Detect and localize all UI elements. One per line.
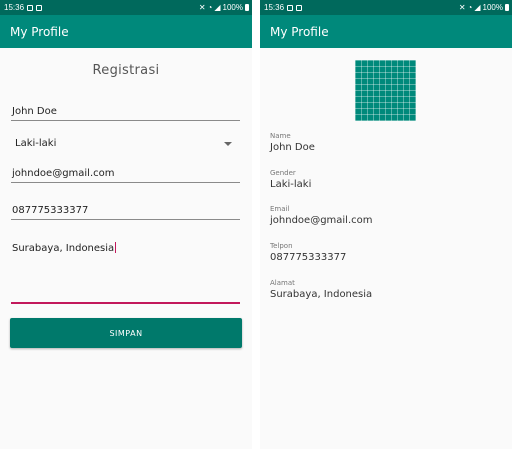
battery-percent: 100%: [222, 3, 243, 12]
app-title: My Profile: [270, 24, 329, 39]
profile-email-label: Email: [270, 205, 290, 213]
phone-field[interactable]: 087775333377: [11, 205, 240, 221]
profile-screen: 15:36 ✕ ◔ ◢ 100% My Profile Name John Do…: [260, 0, 512, 449]
profile-phone-label: Telpon: [270, 242, 293, 250]
app-bar: My Profile: [260, 15, 512, 48]
name-underline: [11, 120, 240, 121]
profile-phone: Telpon 087775333377: [270, 242, 346, 263]
profile-gender: Gender Laki-laki: [270, 169, 311, 190]
mute-icon: ✕: [458, 3, 466, 12]
gender-selected-value: Laki-laki: [15, 138, 57, 149]
image-notification-icon: [287, 4, 294, 11]
app-title: My Profile: [10, 24, 69, 39]
save-button[interactable]: SIMPAN: [10, 318, 242, 348]
sd-card-icon: [36, 4, 43, 11]
status-bar: 15:36 ✕ ◔ ◢ 100%: [260, 0, 512, 15]
profile-name: Name John Doe: [270, 132, 315, 153]
profile-address: Alamat Surabaya, Indonesia: [270, 279, 372, 300]
wifi-icon: ◔: [467, 3, 473, 12]
status-bar: 15:36 ✕ ◔ ◢ 100%: [0, 0, 252, 15]
wifi-icon: ◔: [207, 3, 213, 12]
profile-gender-label: Gender: [270, 169, 296, 177]
phone-input-value: 087775333377: [12, 205, 89, 216]
email-input-value: johndoe@gmail.com: [12, 168, 115, 179]
profile-gender-value: Laki-laki: [270, 179, 312, 190]
signal-icon: ◢: [474, 3, 481, 12]
form-title: Registrasi: [92, 63, 160, 78]
profile-name-label: Name: [270, 132, 291, 140]
dropdown-arrow-icon: [224, 142, 232, 146]
email-field[interactable]: johndoe@gmail.com: [11, 168, 240, 184]
registration-screen: 15:36 ✕ ◔ ◢ 100% My Profile Registrasi J…: [0, 0, 252, 449]
status-time: 15:36: [264, 3, 285, 12]
battery-percent: 100%: [482, 3, 503, 12]
profile-pattern-image: [355, 60, 416, 121]
app-bar: My Profile: [0, 15, 252, 48]
gender-dropdown[interactable]: Laki-laki: [11, 137, 240, 153]
profile-address-value: Surabaya, Indonesia: [270, 289, 373, 300]
battery-icon: [505, 4, 509, 11]
profile-address-label: Alamat: [270, 279, 295, 287]
profile-phone-value: 087775333377: [270, 252, 347, 263]
name-input-value: John Doe: [12, 106, 57, 117]
name-field[interactable]: John Doe: [11, 106, 240, 122]
address-underline: [11, 302, 240, 304]
address-field[interactable]: Surabaya, Indonesia: [11, 242, 240, 306]
profile-name-value: John Doe: [270, 142, 315, 153]
sd-card-icon: [296, 4, 303, 11]
image-notification-icon: [27, 4, 34, 11]
profile-email-value: johndoe@gmail.com: [270, 215, 373, 226]
signal-icon: ◢: [214, 3, 221, 12]
phone-underline: [11, 219, 240, 220]
status-time: 15:36: [4, 3, 25, 12]
mute-icon: ✕: [198, 3, 206, 12]
email-underline: [11, 182, 240, 183]
text-cursor: [115, 242, 117, 253]
profile-email: Email johndoe@gmail.com: [270, 205, 373, 226]
address-input-value: Surabaya, Indonesia: [12, 242, 117, 254]
battery-icon: [245, 4, 249, 11]
